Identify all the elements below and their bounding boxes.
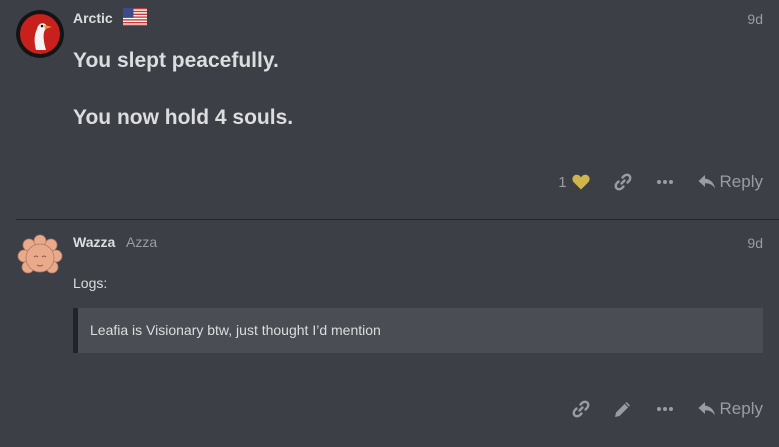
post-text-line: You slept peacefully. <box>73 49 279 72</box>
us-flag-icon <box>123 8 147 26</box>
username[interactable]: Wazza <box>73 234 115 250</box>
more-actions-button[interactable] <box>656 395 674 423</box>
reply-button[interactable]: Reply <box>698 168 763 196</box>
reply-label: Reply <box>719 399 763 418</box>
pencil-icon <box>614 400 632 418</box>
reply-arrow-icon <box>698 401 716 417</box>
reply-label: Reply <box>719 172 763 191</box>
goose-avatar-icon <box>16 10 64 58</box>
like-button[interactable]: 1 <box>558 168 590 196</box>
more-actions-button[interactable] <box>656 168 674 196</box>
reply-button[interactable]: Reply <box>698 395 763 423</box>
avatar[interactable] <box>16 10 64 58</box>
copy-link-button[interactable] <box>572 395 590 423</box>
link-icon <box>572 400 590 418</box>
post-date[interactable]: 9d <box>747 235 763 251</box>
avatar[interactable] <box>16 232 64 280</box>
username[interactable]: Arctic <box>73 10 113 26</box>
edit-button[interactable] <box>614 395 632 423</box>
copy-link-button[interactable] <box>614 168 632 196</box>
user-title: Azza <box>126 234 158 250</box>
post-actions: 1 Reply <box>558 168 763 196</box>
like-count: 1 <box>558 173 567 191</box>
ellipsis-icon <box>656 179 674 185</box>
link-icon <box>614 173 632 191</box>
post-date[interactable]: 9d <box>747 11 763 27</box>
blockquote: Leafia is Visionary btw, just thought I’… <box>73 308 763 353</box>
reply-arrow-icon <box>698 174 716 190</box>
post-text: Logs: <box>73 275 108 291</box>
post-text-line: You now hold 4 souls. <box>73 106 294 129</box>
quote-text: Leafia is Visionary btw, just thought I’… <box>90 322 381 338</box>
sketch-avatar-icon <box>16 232 64 280</box>
post-arctic: Arctic 9d You slept peacefully. You now … <box>0 0 779 219</box>
post-actions: Reply <box>572 395 763 423</box>
heart-icon <box>571 174 590 190</box>
post-wazza: Wazza Azza 9d Logs: Leafia is Visionary … <box>0 220 779 447</box>
ellipsis-icon <box>656 406 674 412</box>
